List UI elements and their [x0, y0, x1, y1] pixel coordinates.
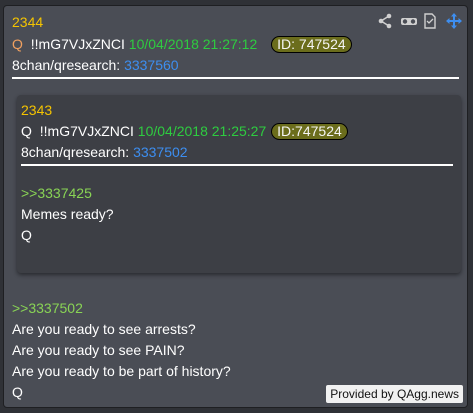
move-icon[interactable] [446, 13, 462, 29]
quoted-post-header: Q !!mG7VJxZNCI 10/04/2018 21:25:27 ID:74… [21, 123, 348, 140]
body-line: Are you ready to be part of history? [12, 363, 231, 379]
quoted-tripcode: !!mG7VJxZNCI [39, 123, 134, 139]
post-timestamp: 10/04/2018 21:27:12 [128, 36, 258, 52]
quoted-reply-ref[interactable]: >>3337425 [21, 185, 92, 201]
quoted-source: 8chan/qresearch: 3337502 [21, 144, 188, 160]
post-source: 8chan/qresearch: 3337560 [12, 57, 179, 73]
quoted-id-badge: ID:747524 [271, 123, 348, 140]
post-signature: Q [12, 384, 23, 400]
quoted-signature: Q [21, 227, 32, 243]
quoted-post-number: 2343 [21, 102, 53, 118]
id-badge: ID: 747524 [271, 36, 352, 53]
quoted-post: 2343 Q !!mG7VJxZNCI 10/04/2018 21:25:27 … [17, 95, 461, 273]
quoted-source-prefix: 8chan/qresearch: [21, 144, 130, 160]
provider-badge[interactable]: Provided by QAgg.news [326, 385, 463, 403]
tripcode: !!mG7VJxZNCI [30, 36, 125, 52]
glasses-icon[interactable] [400, 13, 417, 29]
quoted-timestamp: 10/04/2018 21:25:27 [137, 123, 267, 139]
source-prefix: 8chan/qresearch: [12, 57, 121, 73]
document-icon[interactable] [423, 13, 439, 29]
post-toolbar [377, 12, 462, 30]
body-line: Are you ready to see arrests? [12, 321, 196, 337]
reply-ref[interactable]: >>3337502 [12, 300, 83, 316]
quoted-source-link[interactable]: 3337502 [133, 144, 188, 160]
share-icon[interactable] [377, 13, 393, 29]
source-link[interactable]: 3337560 [124, 57, 179, 73]
post-header: Q !!mG7VJxZNCI 10/04/2018 21:27:12 ID: 7… [12, 36, 352, 53]
quoted-author-prefix: Q [21, 123, 32, 139]
author-prefix: Q [12, 36, 23, 52]
body-line: Are you ready to see PAIN? [12, 342, 185, 358]
quoted-divider [21, 164, 453, 166]
post-number: 2344 [12, 14, 44, 30]
header-divider [12, 77, 459, 79]
post-card: 2344 Q !!mG7VJxZNCI 10/04/2018 21:27:12 … [3, 5, 468, 408]
quoted-body-line: Memes ready? [21, 206, 114, 222]
